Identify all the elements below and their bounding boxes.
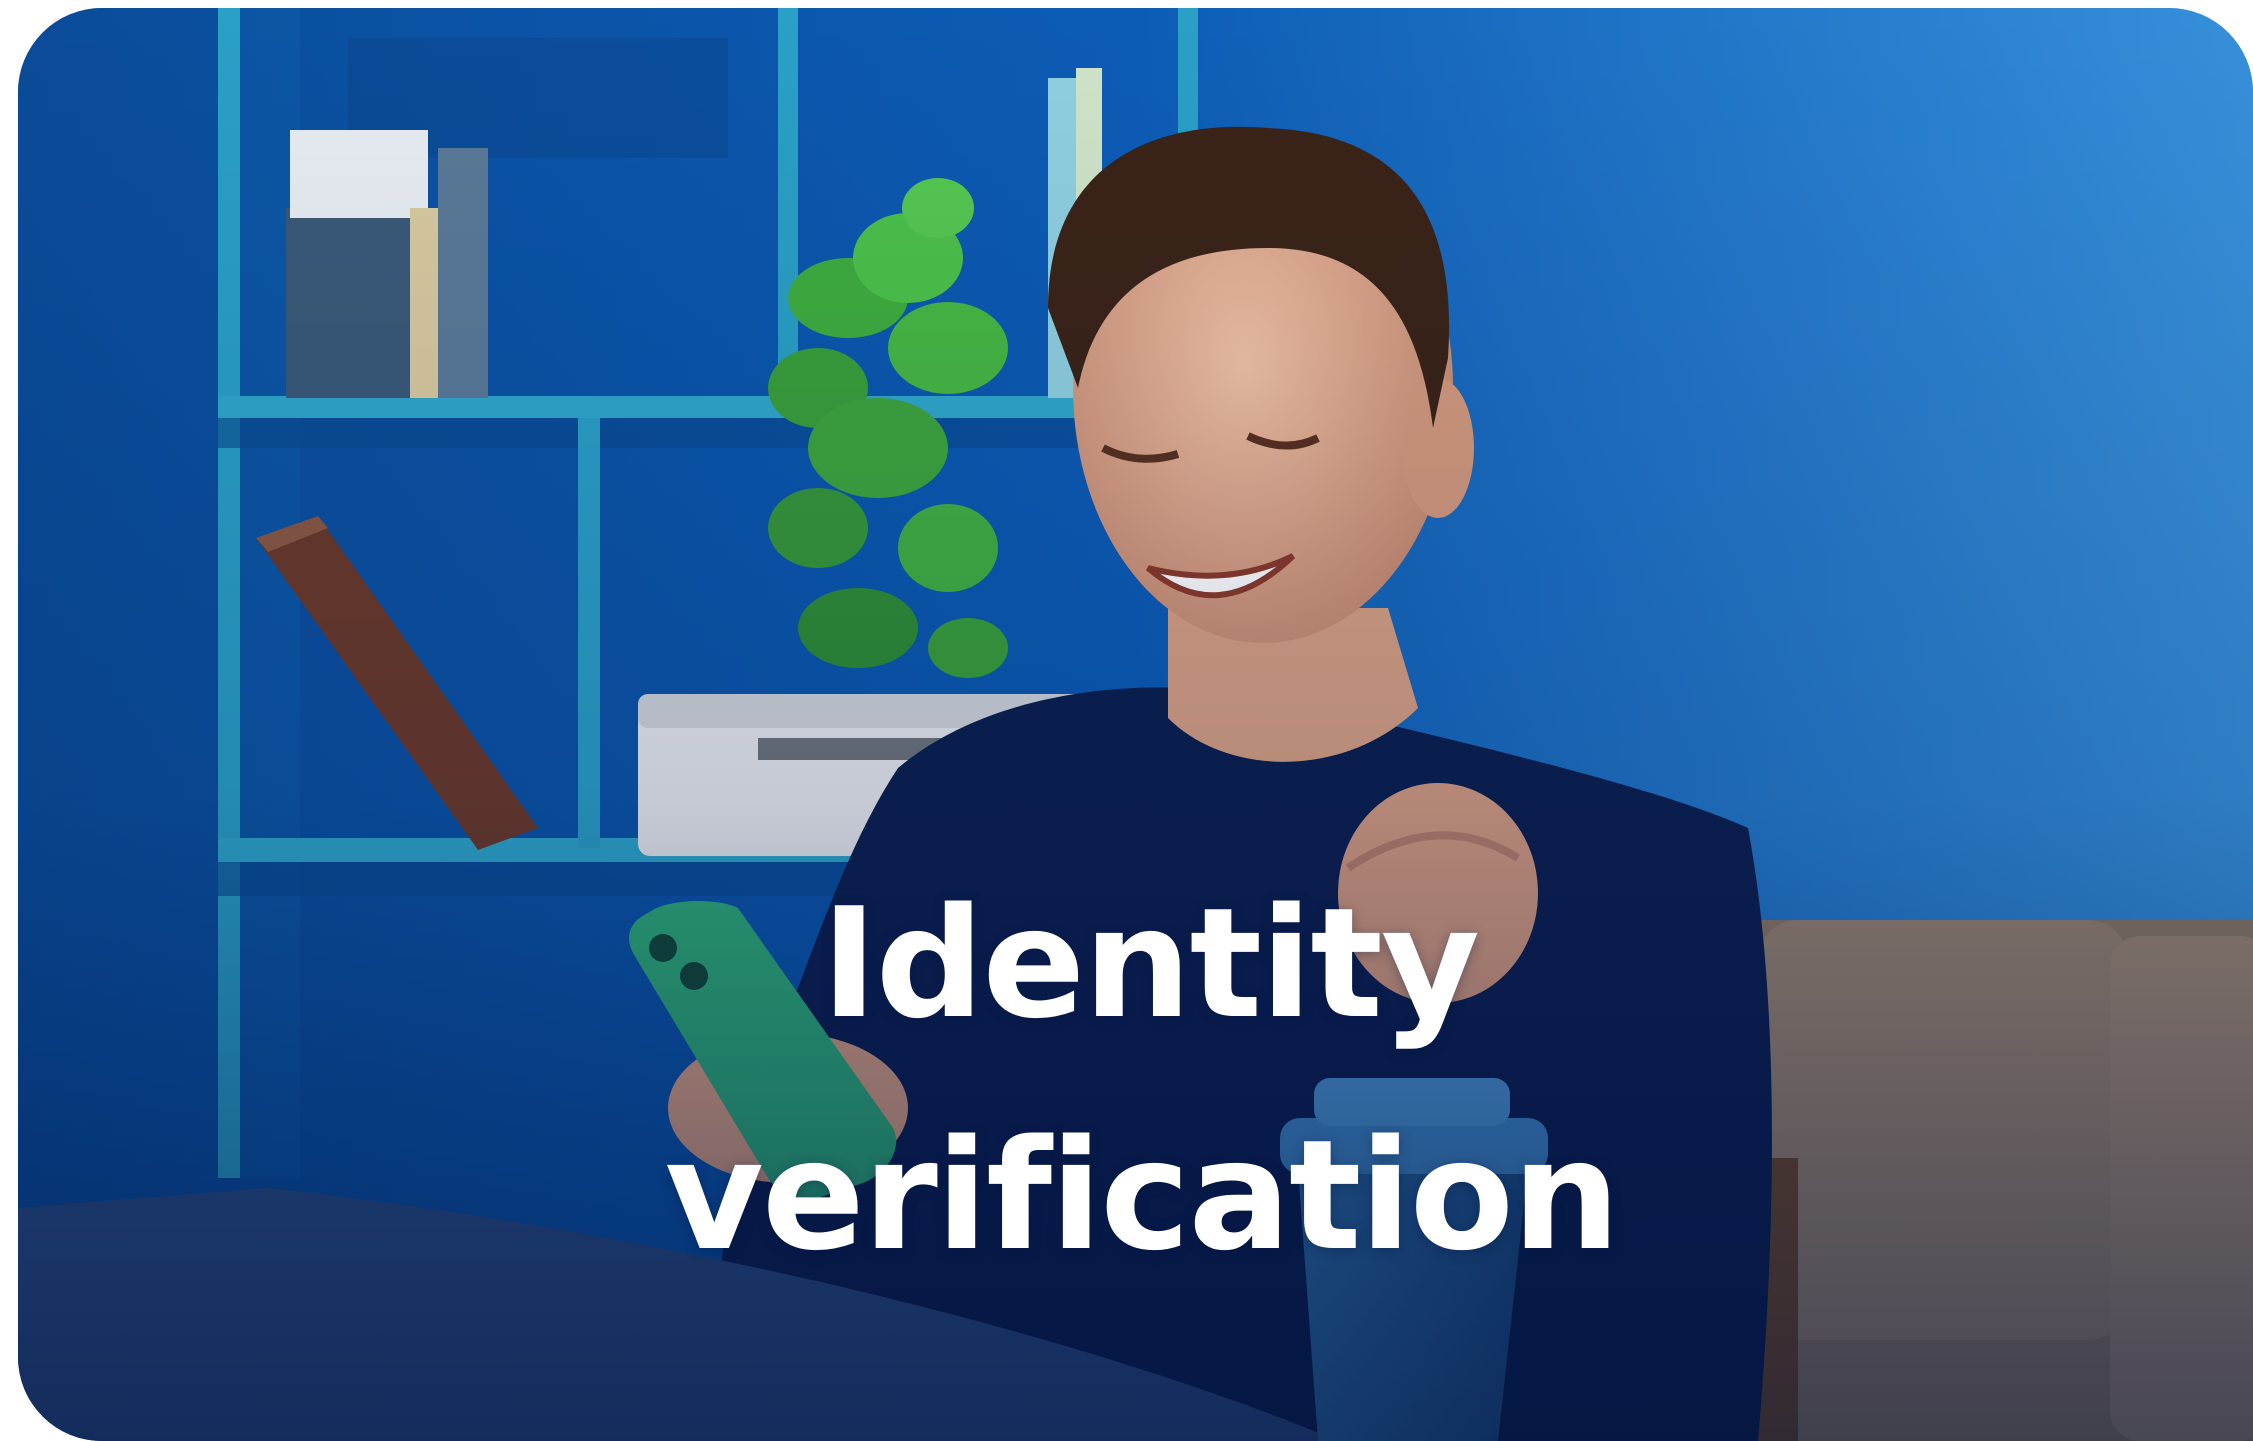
card-title-line-2: verification [664,1107,1621,1284]
identity-verification-card[interactable]: Identity verification [18,8,2253,1441]
card-title-line-1: Identity [820,875,1480,1052]
